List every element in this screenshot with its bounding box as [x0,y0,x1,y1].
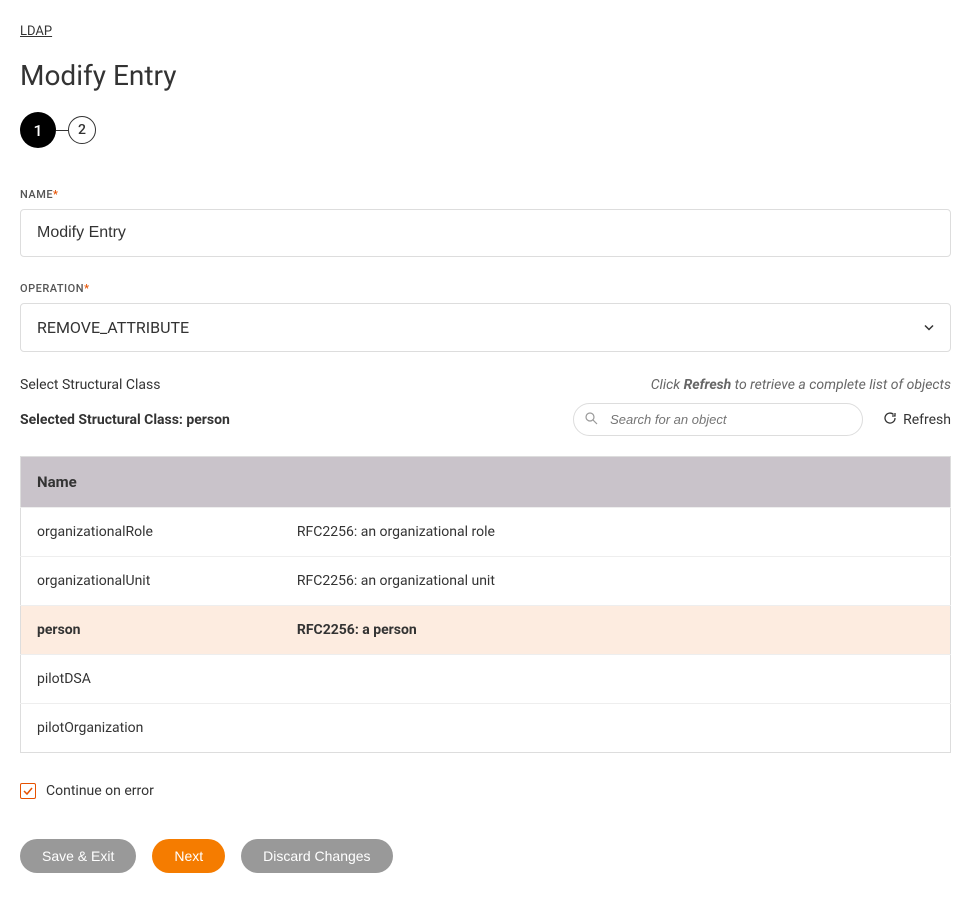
discard-changes-button[interactable]: Discard Changes [241,839,392,873]
table-header-name: Name [21,457,951,508]
table-cell-name: organizationalRole [21,508,281,557]
continue-on-error-checkbox[interactable] [20,783,36,799]
table-cell-desc: RFC2256: an organizational unit [281,557,951,606]
step-1[interactable]: 1 [20,112,56,148]
table-row[interactable]: pilotDSA [21,655,951,704]
step-2[interactable]: 2 [68,116,96,144]
table-cell-desc: RFC2256: a person [281,606,951,655]
name-input[interactable] [20,209,951,257]
select-structural-class-label: Select Structural Class [20,377,160,393]
table-row[interactable]: organizationalRoleRFC2256: an organizati… [21,508,951,557]
refresh-button[interactable]: Refresh [883,411,951,429]
table-cell-name: pilotOrganization [21,704,281,753]
refresh-hint: Click Refresh to retrieve a complete lis… [651,377,951,393]
table-cell-name: pilotDSA [21,655,281,704]
page-title: Modify Entry [20,59,951,92]
continue-on-error-label: Continue on error [46,783,154,799]
table-cell-desc [281,655,951,704]
breadcrumb-ldap[interactable]: LDAP [20,24,52,39]
table-row[interactable]: personRFC2256: a person [21,606,951,655]
search-input[interactable] [573,403,863,436]
stepper: 1 2 [20,112,951,148]
save-exit-button[interactable]: Save & Exit [20,839,136,873]
name-label: NAME* [20,188,951,201]
step-connector [56,130,68,131]
table-cell-desc [281,704,951,753]
table-cell-name: organizationalUnit [21,557,281,606]
refresh-icon [883,411,897,429]
next-button[interactable]: Next [152,839,225,873]
structural-class-table: Name organizationalRoleRFC2256: an organ… [20,456,951,753]
selected-structural-class: Selected Structural Class: person [20,412,230,428]
operation-label: OPERATION* [20,282,951,295]
search-icon [585,410,598,429]
table-row[interactable]: pilotOrganization [21,704,951,753]
refresh-label: Refresh [903,412,951,428]
operation-select[interactable]: REMOVE_ATTRIBUTE [20,303,951,352]
table-row[interactable]: organizationalUnitRFC2256: an organizati… [21,557,951,606]
table-cell-name: person [21,606,281,655]
table-cell-desc: RFC2256: an organizational role [281,508,951,557]
